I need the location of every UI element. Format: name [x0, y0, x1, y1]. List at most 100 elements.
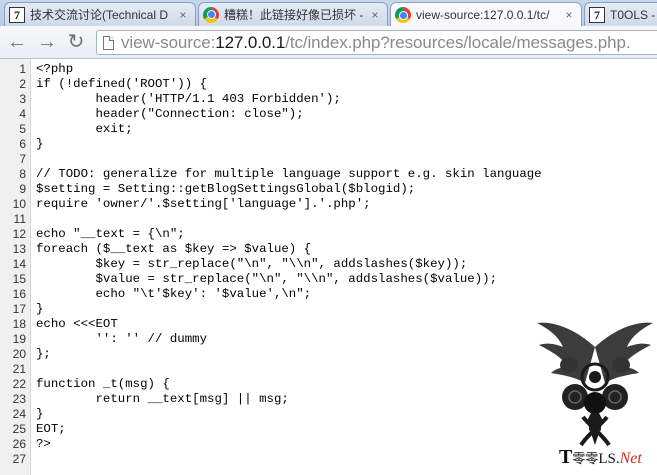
- reload-button[interactable]: ↻: [65, 31, 87, 53]
- url-text: view-source:127.0.0.1/tc/index.php?resou…: [121, 32, 631, 53]
- tab-strip: 7 技术交流讨论(Technical D × 糟糕！此链接好像已损坏 - × v…: [0, 0, 657, 26]
- chrome-icon: [203, 6, 219, 23]
- url-host: 127.0.0.1: [215, 32, 286, 52]
- line-code: $key = str_replace("\n", "\\n", addslash…: [36, 257, 468, 271]
- source-line: 14 $key = str_replace("\n", "\\n", addsl…: [0, 257, 657, 272]
- page-icon: [103, 35, 114, 50]
- watermark-prefix: T: [559, 446, 573, 468]
- source-line: 8 // TODO: generalize for multiple langua…: [0, 167, 657, 182]
- back-arrow-icon: ←: [7, 31, 27, 53]
- line-number: 20: [12, 347, 26, 361]
- line-number: 12: [12, 227, 26, 241]
- source-line: 16 echo "\t'$key': '$value',\n";: [0, 287, 657, 302]
- source-line: 17}: [0, 302, 657, 317]
- tab-view-source[interactable]: view-source:127.0.0.1/tc/ ×: [390, 2, 582, 26]
- url-scheme: view-source:: [121, 32, 216, 52]
- line-number: 24: [12, 407, 26, 421]
- line-code: echo <<<EOT: [36, 317, 118, 331]
- line-number: 15: [12, 272, 26, 286]
- tab-title: 技术交流讨论(Technical D: [30, 8, 169, 22]
- line-number: 11: [13, 212, 26, 226]
- source-line: 9 $setting = Setting::getBlogSettingsGlob…: [0, 182, 657, 197]
- line-code: '': '' // dummy: [36, 332, 208, 346]
- line-number: 5: [19, 122, 26, 136]
- watermark-text: T零零LS.Net: [559, 446, 657, 470]
- line-number: 27: [12, 452, 26, 466]
- source-line: 1 <?php: [0, 62, 657, 77]
- source-line: 13 foreach ($__text as $key => $value) {: [0, 242, 657, 257]
- line-number: 17: [12, 302, 26, 316]
- url-path: /tc/index.php?resources/locale/messages.…: [285, 32, 631, 52]
- reload-icon: ↻: [67, 31, 85, 53]
- close-icon[interactable]: ×: [177, 8, 189, 22]
- close-icon[interactable]: ×: [369, 8, 381, 22]
- line-number: 2: [19, 77, 26, 91]
- source-line: 15 $value = str_replace("\n", "\\n", add…: [0, 272, 657, 287]
- line-code: // TODO: generalize for multiple languag…: [36, 167, 542, 181]
- line-code: EOT;: [36, 422, 66, 436]
- line-code: foreach ($__text as $key => $value) {: [36, 242, 312, 256]
- source-line: 7: [0, 152, 657, 167]
- line-code: ?>: [36, 437, 51, 451]
- line-code: if (!defined('ROOT')) {: [36, 77, 208, 91]
- line-number: 19: [12, 332, 26, 346]
- line-code: $value = str_replace("\n", "\\n", addsla…: [36, 272, 498, 286]
- tab-title: 糟糕！此链接好像已损坏 -: [224, 8, 364, 22]
- line-number: 6: [19, 137, 26, 151]
- tab-tools[interactable]: 7 T0OLS -: [584, 2, 657, 26]
- forward-arrow-icon: →: [37, 31, 57, 53]
- browser-toolbar: ← → ↻ view-source:127.0.0.1/tc/index.php…: [0, 26, 657, 59]
- line-code: <?php: [36, 62, 74, 76]
- line-code: }: [36, 302, 44, 316]
- tab-title: T0OLS -: [610, 7, 656, 22]
- back-button[interactable]: ←: [6, 31, 28, 53]
- line-code: header('HTTP/1.1 403 Forbidden');: [36, 92, 341, 106]
- line-code: exit;: [36, 122, 133, 136]
- seven-icon: 7: [9, 6, 25, 23]
- source-line: 2 if (!defined('ROOT')) {: [0, 77, 657, 92]
- line-number: 3: [19, 92, 26, 106]
- line-number: 10: [12, 197, 26, 211]
- line-code: require 'owner/'.$setting['language'].'.…: [36, 197, 371, 211]
- line-code: }: [36, 407, 44, 421]
- line-code: function _t(msg) {: [36, 377, 170, 391]
- forward-button[interactable]: →: [36, 31, 58, 53]
- source-line: 5 exit;: [0, 122, 657, 137]
- line-code: $setting = Setting::getBlogSettingsGloba…: [36, 182, 416, 196]
- close-icon[interactable]: ×: [563, 8, 575, 22]
- line-number: 22: [12, 377, 26, 391]
- line-number: 7: [19, 152, 26, 166]
- source-line: 4 header("Connection: close");: [0, 107, 657, 122]
- line-number: 21: [12, 362, 26, 376]
- line-number: 18: [12, 317, 26, 331]
- watermark-net: Net: [619, 450, 642, 467]
- line-number: 26: [12, 437, 26, 451]
- line-code: header("Connection: close");: [36, 107, 304, 121]
- seven-icon: 7: [589, 6, 605, 23]
- line-code: echo "__text = {\n";: [36, 227, 185, 241]
- line-number: 13: [12, 242, 26, 256]
- source-line: 10 require 'owner/'.$setting['language'].…: [0, 197, 657, 212]
- address-bar[interactable]: view-source:127.0.0.1/tc/index.php?resou…: [96, 30, 657, 55]
- line-number: 23: [12, 392, 26, 406]
- source-line: 6}: [0, 137, 657, 152]
- line-code: echo "\t'$key': '$value',\n";: [36, 287, 312, 301]
- tab-broken-link[interactable]: 糟糕！此链接好像已损坏 - ×: [198, 2, 388, 26]
- line-number: 14: [12, 257, 26, 271]
- source-line: 11: [0, 212, 657, 227]
- watermark-middle: 零零: [572, 451, 599, 466]
- chrome-icon: [395, 7, 411, 23]
- watermark-suffix: LS.: [598, 451, 620, 467]
- source-view[interactable]: 1 <?php 2 if (!defined('ROOT')) {3 header('…: [0, 59, 657, 475]
- tab-technical-discussion[interactable]: 7 技术交流讨论(Technical D ×: [4, 2, 196, 26]
- line-code: }: [36, 137, 44, 151]
- source-line: 3 header('HTTP/1.1 403 Forbidden');: [0, 92, 657, 107]
- tab-title: view-source:127.0.0.1/tc/: [416, 8, 550, 22]
- line-number: 9: [19, 182, 26, 196]
- line-number: 25: [12, 422, 26, 436]
- line-number: 8: [19, 167, 26, 181]
- line-code: };: [36, 347, 51, 361]
- source-line: 12 echo "__text = {\n";: [0, 227, 657, 242]
- line-number: 1: [19, 62, 26, 76]
- line-code: return __text[msg] || msg;: [36, 392, 289, 406]
